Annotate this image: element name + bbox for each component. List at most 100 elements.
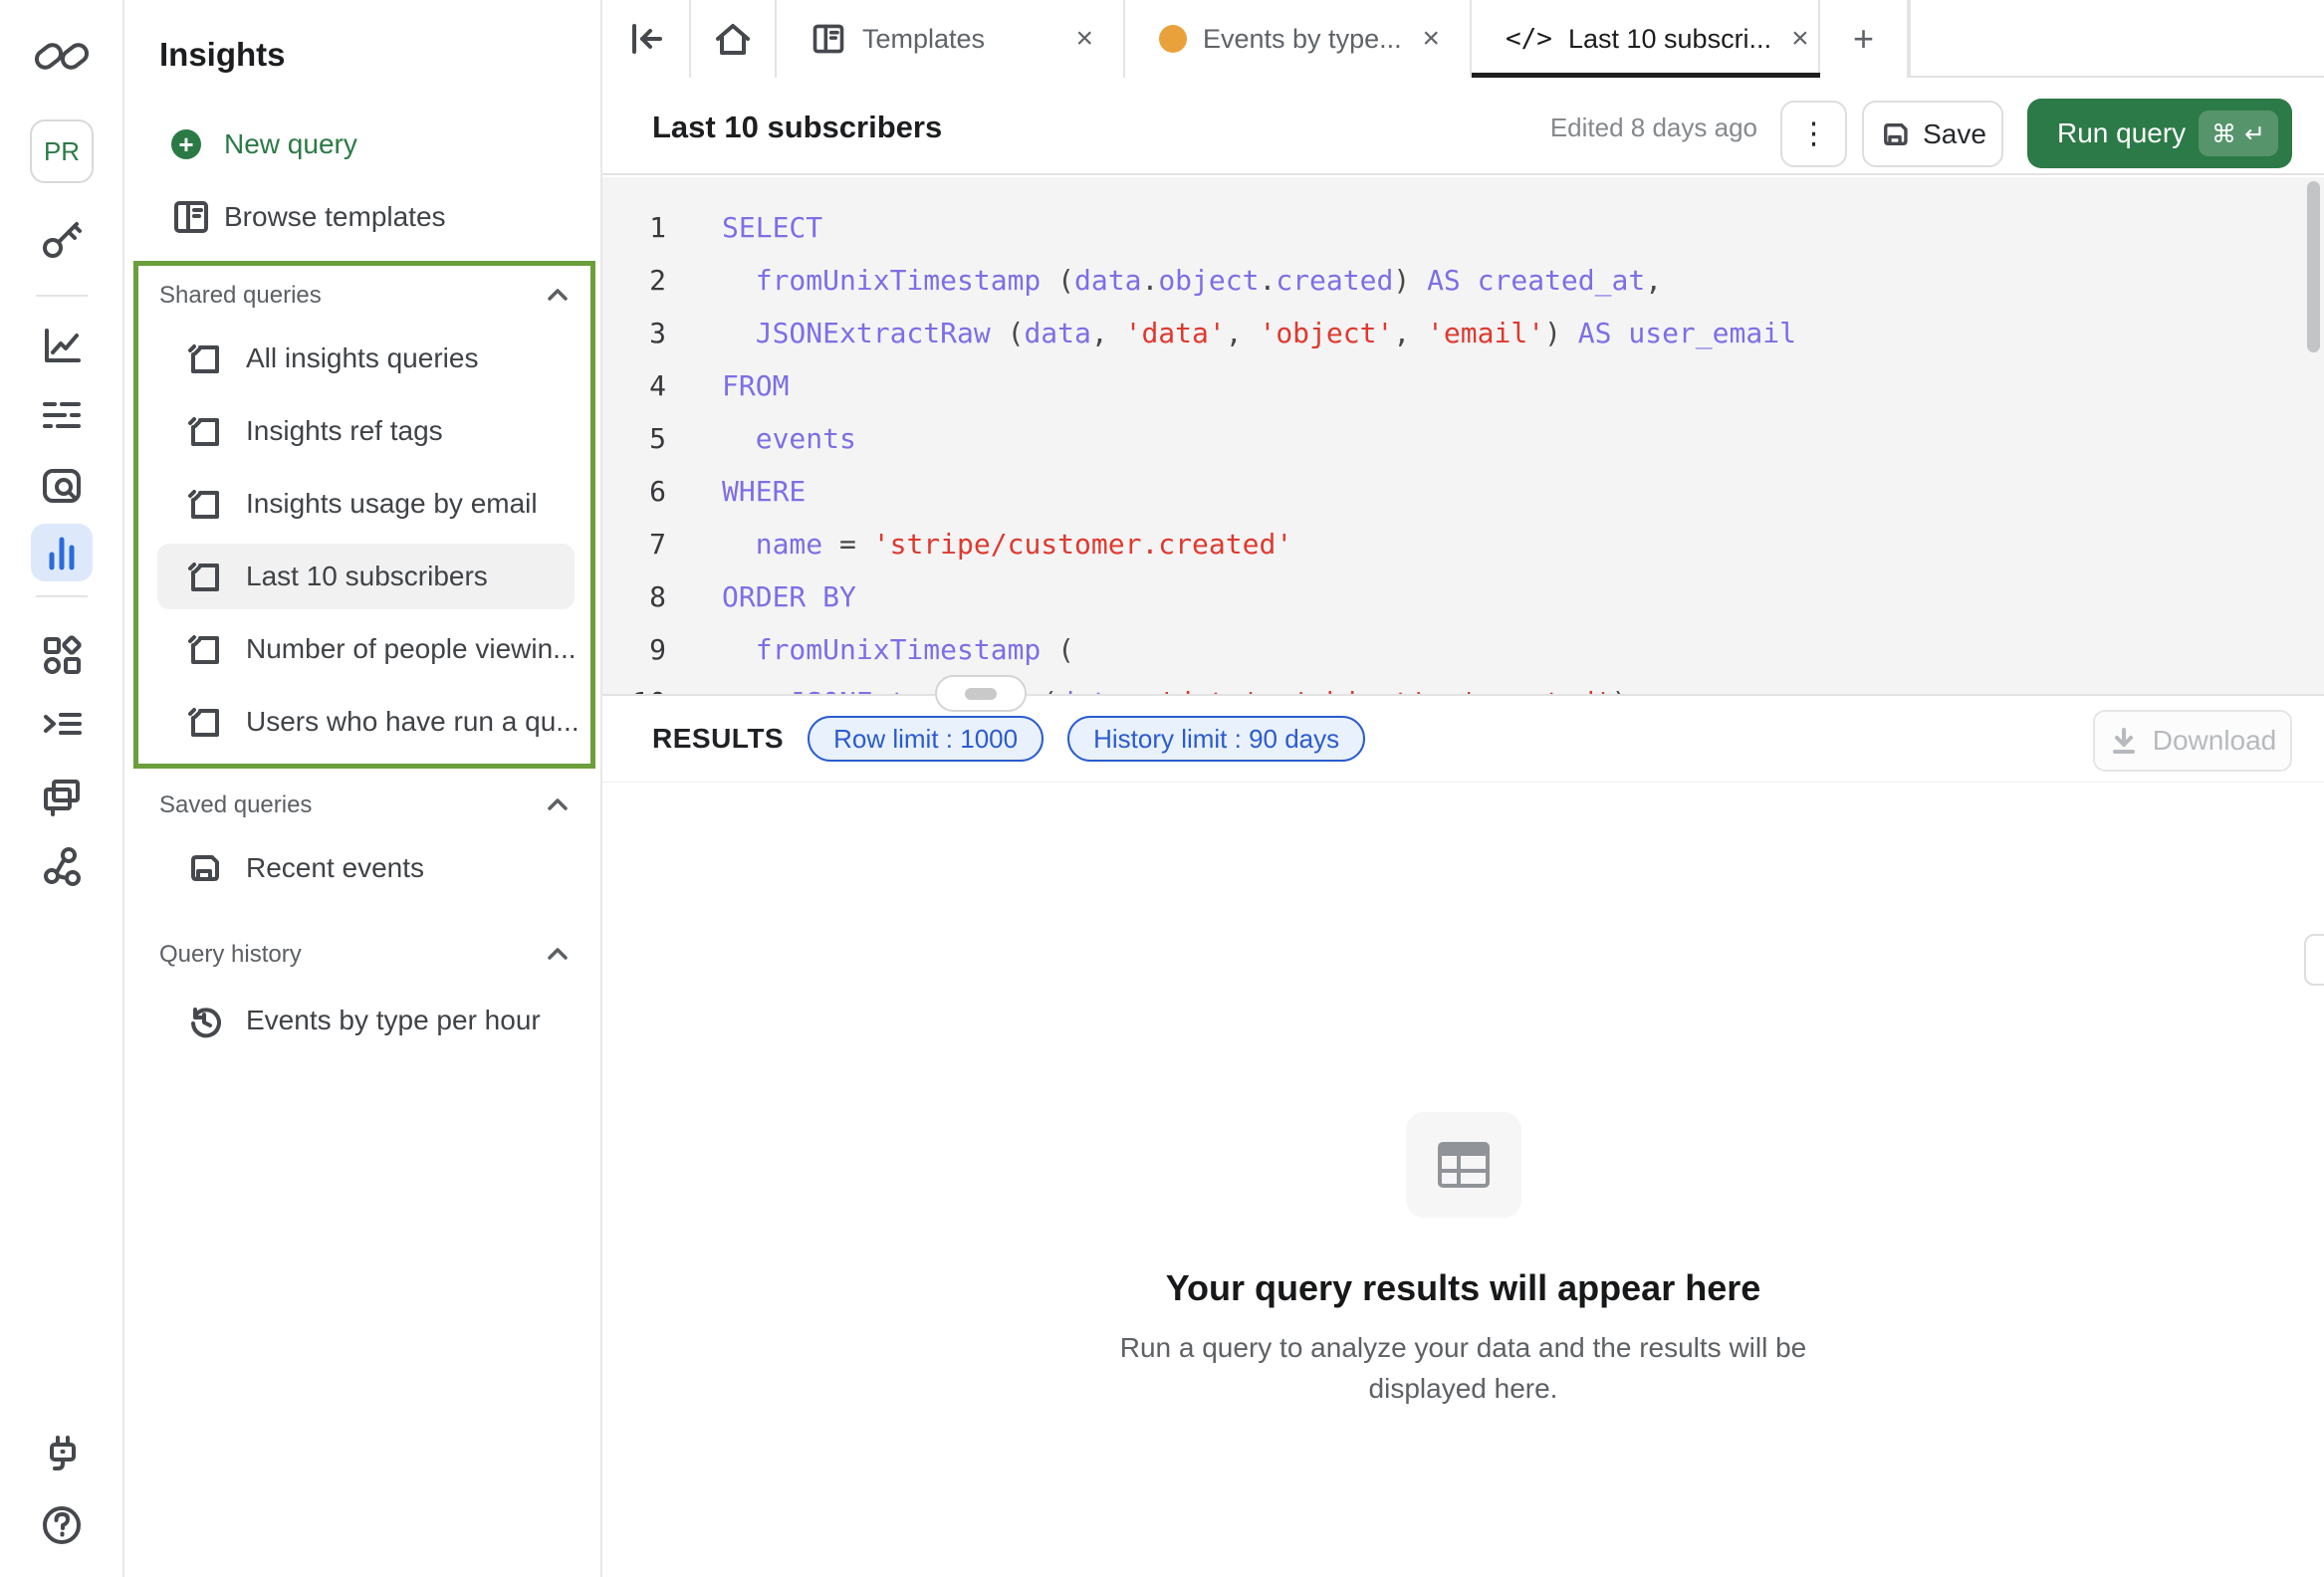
rail-divider	[36, 595, 88, 597]
collapse-sidebar-button[interactable]	[602, 0, 691, 78]
tab-last-10-subscribers[interactable]: </> Last 10 subscri... ×	[1472, 0, 1820, 78]
help-icon[interactable]	[39, 1502, 85, 1548]
sidebar: Insights + New query Browse templates Sh…	[124, 0, 602, 1577]
code-line[interactable]: 10 JSONExtractInt (data, 'data', 'object…	[602, 676, 2324, 694]
windows-copy-icon[interactable]	[39, 774, 85, 819]
row-limit-pill[interactable]: Row limit : 1000	[808, 716, 1044, 762]
sidebar-item-all-insights-queries[interactable]: All insights queries	[157, 326, 575, 391]
line-number: 9	[602, 623, 666, 677]
line-number: 8	[602, 570, 666, 624]
section-shared-queries: Shared queries	[159, 282, 322, 310]
shared-query-icon	[185, 630, 223, 668]
code-line[interactable]: 6WHERE	[602, 465, 2324, 519]
code-text: fromUnixTimestamp (	[722, 623, 1074, 677]
query-header: Last 10 subscribers Edited 8 days ago ⋮ …	[602, 80, 2324, 175]
code-text: FROM	[722, 359, 789, 413]
event-list-icon[interactable]	[39, 392, 85, 438]
code-line[interactable]: 1SELECT	[602, 201, 2324, 255]
line-number: 3	[602, 307, 666, 360]
plus-icon: +	[171, 129, 201, 159]
connected-nodes-icon[interactable]	[39, 843, 85, 889]
item-label: Last 10 subscribers	[246, 561, 488, 592]
side-panel-handle[interactable]	[2304, 934, 2324, 986]
apps-icon[interactable]	[39, 632, 85, 678]
explore-search-icon[interactable]	[39, 463, 85, 509]
close-tab-icon[interactable]: ×	[1055, 22, 1093, 56]
shared-query-icon	[185, 412, 223, 450]
close-tab-icon[interactable]: ×	[1402, 22, 1440, 56]
item-label: Users who have run a qu...	[246, 706, 580, 738]
sidebar-item-last-10-subscribers[interactable]: Last 10 subscribers	[157, 544, 575, 609]
sidebar-item-number-of-people-viewing[interactable]: Number of people viewin...	[157, 616, 575, 682]
tab-templates[interactable]: Templates ×	[777, 0, 1125, 78]
empty-state-title: Your query results will appear here	[1166, 1267, 1761, 1309]
integrations-plug-icon[interactable]	[39, 1433, 85, 1478]
tab-label: Templates	[862, 24, 985, 55]
item-label: Recent events	[246, 852, 424, 884]
line-number: 10	[602, 676, 666, 694]
api-keys-icon[interactable]	[39, 216, 85, 262]
results-body: Your query results will appear here Run …	[602, 783, 2324, 1577]
terminal-logs-icon[interactable]	[39, 702, 85, 748]
save-button[interactable]: Save	[1862, 101, 2003, 167]
trends-chart-icon[interactable]	[39, 323, 85, 368]
code-line[interactable]: 9 fromUnixTimestamp (	[602, 623, 2324, 677]
download-button[interactable]: Download	[2093, 710, 2292, 772]
new-tab-button[interactable]: +	[1820, 0, 1909, 78]
sidebar-item-events-by-type-per-hour[interactable]: Events by type per hour	[157, 988, 575, 1053]
code-line[interactable]: 2 fromUnixTimestamp (data.object.created…	[602, 254, 2324, 308]
app-window: PR	[0, 0, 2324, 1577]
browse-templates-label: Browse templates	[224, 201, 446, 233]
sidebar-item-insights-ref-tags[interactable]: Insights ref tags	[157, 398, 575, 464]
more-options-button[interactable]: ⋮	[1780, 101, 1847, 167]
unsaved-dot-icon	[1159, 25, 1187, 53]
save-floppy-icon	[1879, 118, 1911, 150]
home-button[interactable]	[691, 0, 777, 78]
kebab-icon: ⋮	[1799, 116, 1829, 151]
section-query-history: Query history	[159, 941, 302, 969]
cmd-key-icon: ⌘	[2211, 119, 2236, 148]
code-line[interactable]: 8ORDER BY	[602, 570, 2324, 624]
browse-templates-button[interactable]: Browse templates	[124, 188, 600, 246]
empty-state-tile	[1406, 1112, 1521, 1218]
tab-events-by-type[interactable]: Events by type... ×	[1125, 0, 1472, 78]
chevron-up-icon[interactable]	[546, 795, 570, 813]
section-saved-queries: Saved queries	[159, 791, 312, 819]
app-logo-icon[interactable]	[30, 34, 94, 80]
line-number: 7	[602, 518, 666, 571]
insights-bar-chart-icon[interactable]	[39, 530, 85, 575]
code-text: JSONExtractRaw (data, 'data', 'object', …	[722, 307, 1796, 360]
item-label: Events by type per hour	[246, 1005, 541, 1036]
new-query-label: New query	[224, 128, 357, 160]
code-line[interactable]: 3 JSONExtractRaw (data, 'data', 'object'…	[602, 307, 2324, 360]
sidebar-item-recent-events[interactable]: Recent events	[157, 835, 575, 901]
tab-label: Events by type...	[1203, 24, 1402, 55]
chevron-up-icon[interactable]	[546, 286, 570, 304]
chevron-up-icon[interactable]	[546, 945, 570, 963]
shared-query-icon	[185, 339, 223, 377]
line-number: 5	[602, 412, 666, 466]
code-line[interactable]: 4FROM	[602, 359, 2324, 413]
shared-query-icon	[185, 485, 223, 523]
panel-resize-handle[interactable]	[935, 675, 1027, 712]
templates-icon	[811, 21, 846, 57]
new-query-button[interactable]: + New query	[124, 115, 600, 173]
editor-scrollbar-thumb[interactable]	[2307, 181, 2320, 352]
saved-query-icon	[185, 849, 223, 887]
avatar[interactable]: PR	[30, 119, 94, 183]
run-query-button[interactable]: Run query ⌘ ↵	[2027, 99, 2292, 168]
sidebar-item-users-who-have-run-a-query[interactable]: Users who have run a qu...	[157, 689, 575, 755]
sql-editor[interactable]: 1SELECT2 fromUnixTimestamp (data.object.…	[602, 177, 2324, 694]
code-text: events	[722, 412, 856, 466]
sidebar-title: Insights	[159, 36, 286, 74]
empty-state-description: Run a query to analyze your data and the…	[1065, 1327, 1862, 1409]
close-tab-icon[interactable]: ×	[1771, 22, 1809, 56]
code-line[interactable]: 7 name = 'stripe/customer.created'	[602, 518, 2324, 571]
code-text: fromUnixTimestamp (data.object.created) …	[722, 254, 1662, 308]
code-text: SELECT	[722, 201, 822, 255]
history-limit-pill[interactable]: History limit : 90 days	[1067, 716, 1365, 762]
sidebar-item-insights-usage-by-email[interactable]: Insights usage by email	[157, 471, 575, 537]
code-text: WHERE	[722, 465, 806, 519]
code-line[interactable]: 5 events	[602, 412, 2324, 466]
resize-grip-icon	[965, 688, 997, 700]
